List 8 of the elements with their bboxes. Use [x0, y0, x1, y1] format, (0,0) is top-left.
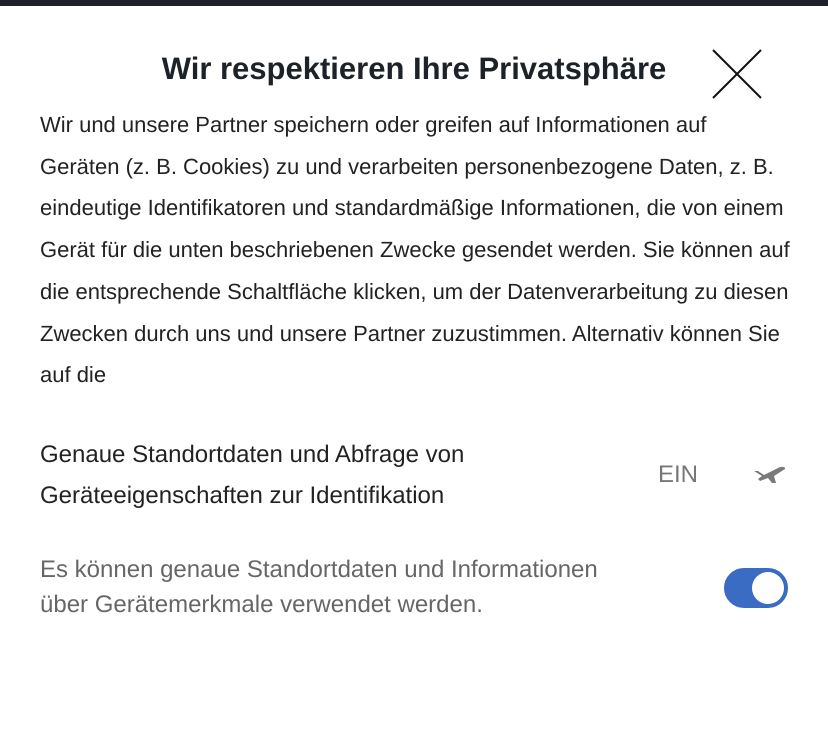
toggle-switch[interactable]: [724, 568, 788, 608]
close-icon[interactable]: [712, 49, 762, 99]
plane-icon[interactable]: [752, 464, 788, 485]
purpose-description: Es können genaue Standortdaten und Informationen über Gerätemerkmale verwendet werden.: [40, 554, 599, 620]
purpose-title: Genaue Standortdaten und Abfrage von Geräteeigenschaften zur Identifikation: [40, 440, 466, 511]
intro-text: Wir und unsere Partner speichern oder greifen auf Informationen auf Geräten (z. B. Cookies) zu und verarbeiten personenbezogene Daten, z. B. eindeutige Identifikatoren und standardmäßige Informationen, die von einem Gerät für die unten beschriebenen Zwecke gesendet werden. Sie können auf die entsprechende Schaltfläche klicken, um der Datenverarbeitung zu diesen Zwecken durch uns und unsere Partner zuzustimmen. Alternativ können Sie auf die: [40, 111, 790, 390]
dialog-title: Wir respektieren Ihre Privatsphäre: [162, 51, 666, 87]
status-label: EIN: [658, 460, 700, 489]
